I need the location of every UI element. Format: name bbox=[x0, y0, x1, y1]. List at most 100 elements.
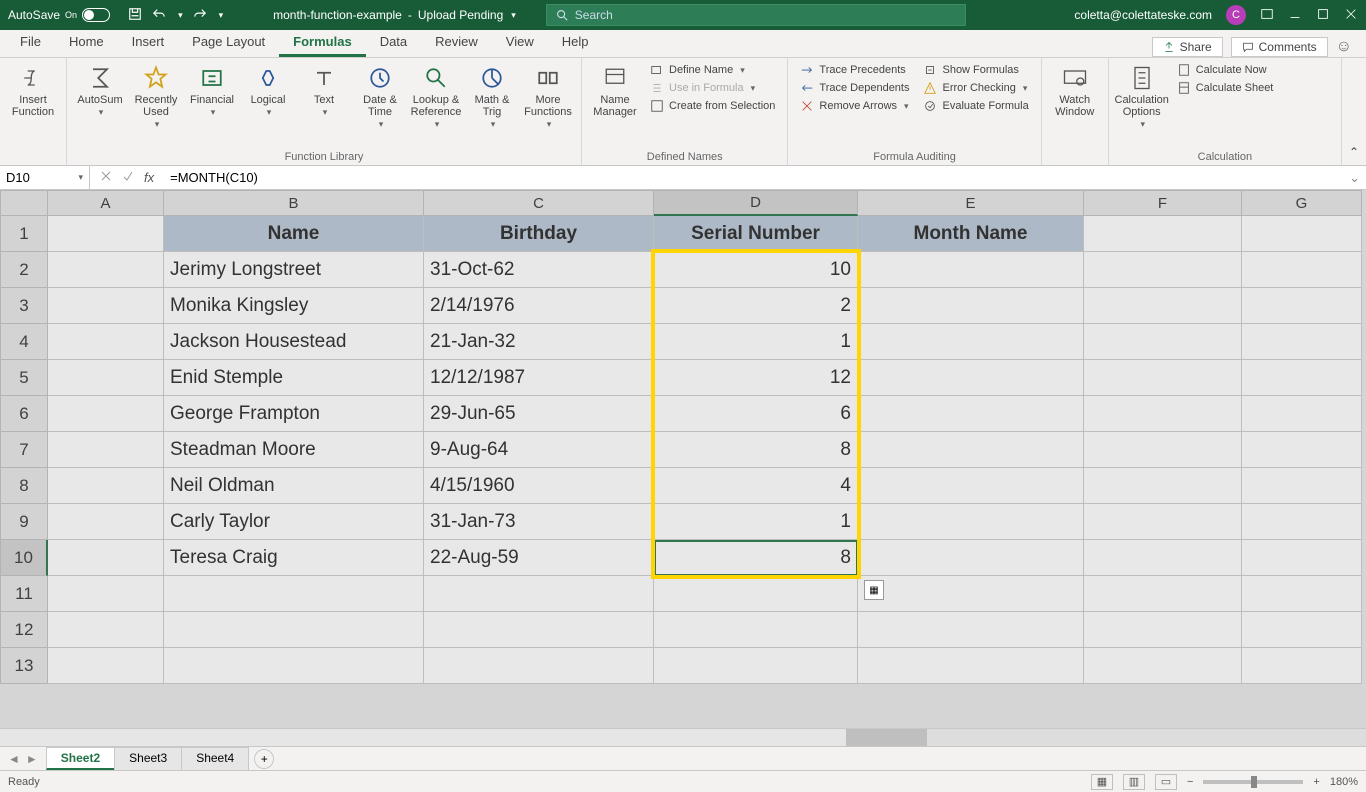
row-header-9[interactable]: 9 bbox=[0, 504, 48, 540]
comments-button[interactable]: Comments bbox=[1231, 37, 1328, 57]
cell-G6[interactable] bbox=[1242, 396, 1362, 432]
cell-A12[interactable] bbox=[48, 612, 164, 648]
collapse-ribbon-icon[interactable]: ⌃ bbox=[1342, 58, 1366, 165]
use-in-formula-button[interactable]: Use in Formula▾ bbox=[646, 80, 779, 96]
search-box[interactable]: Search bbox=[546, 4, 966, 26]
cell-C13[interactable] bbox=[424, 648, 654, 684]
cell-A5[interactable] bbox=[48, 360, 164, 396]
cell-A8[interactable] bbox=[48, 468, 164, 504]
create-from-selection-button[interactable]: Create from Selection bbox=[646, 98, 779, 114]
cell-C7[interactable]: 9-Aug-64 bbox=[424, 432, 654, 468]
evaluate-formula-button[interactable]: Evaluate Formula bbox=[919, 98, 1032, 114]
normal-view-icon[interactable]: ▦ bbox=[1091, 774, 1113, 790]
horizontal-scrollbar[interactable] bbox=[0, 728, 1366, 746]
cell-G13[interactable] bbox=[1242, 648, 1362, 684]
cell-D10[interactable]: 8 bbox=[654, 540, 858, 576]
cell-D11[interactable] bbox=[654, 576, 858, 612]
cell-B9[interactable]: Carly Taylor bbox=[164, 504, 424, 540]
cell-A4[interactable] bbox=[48, 324, 164, 360]
cell-B8[interactable]: Neil Oldman bbox=[164, 468, 424, 504]
ribbon-options-icon[interactable] bbox=[1260, 7, 1274, 24]
row-header-10[interactable]: 10 bbox=[0, 540, 48, 576]
cell-C3[interactable]: 2/14/1976 bbox=[424, 288, 654, 324]
share-button[interactable]: Share bbox=[1152, 37, 1223, 57]
text-button[interactable]: Text▾ bbox=[299, 62, 349, 120]
cell-F9[interactable] bbox=[1084, 504, 1242, 540]
cell-B5[interactable]: Enid Stemple bbox=[164, 360, 424, 396]
cell-E3[interactable] bbox=[858, 288, 1084, 324]
tab-page-layout[interactable]: Page Layout bbox=[178, 29, 279, 57]
tab-insert[interactable]: Insert bbox=[118, 29, 179, 57]
column-header-F[interactable]: F bbox=[1084, 190, 1242, 216]
tab-formulas[interactable]: Formulas bbox=[279, 29, 366, 57]
cell-B12[interactable] bbox=[164, 612, 424, 648]
autofill-options-icon[interactable]: ▦ bbox=[864, 580, 884, 600]
cell-D7[interactable]: 8 bbox=[654, 432, 858, 468]
error-checking-button[interactable]: Error Checking▾ bbox=[919, 80, 1032, 96]
cell-F10[interactable] bbox=[1084, 540, 1242, 576]
column-header-C[interactable]: C bbox=[424, 190, 654, 216]
cell-B2[interactable]: Jerimy Longstreet bbox=[164, 252, 424, 288]
user-avatar[interactable]: C bbox=[1226, 5, 1246, 25]
cell-G10[interactable] bbox=[1242, 540, 1362, 576]
cell-B4[interactable]: Jackson Housestead bbox=[164, 324, 424, 360]
row-header-1[interactable]: 1 bbox=[0, 216, 48, 252]
cell-C2[interactable]: 31-Oct-62 bbox=[424, 252, 654, 288]
cell-C4[interactable]: 21-Jan-32 bbox=[424, 324, 654, 360]
expand-formula-icon[interactable]: ⌄ bbox=[1343, 170, 1366, 186]
column-header-D[interactable]: D bbox=[654, 190, 858, 216]
cancel-icon[interactable] bbox=[100, 170, 112, 185]
column-header-A[interactable]: A bbox=[48, 190, 164, 216]
row-header-8[interactable]: 8 bbox=[0, 468, 48, 504]
cell-D13[interactable] bbox=[654, 648, 858, 684]
cell-G8[interactable] bbox=[1242, 468, 1362, 504]
cell-A3[interactable] bbox=[48, 288, 164, 324]
calculate-now-button[interactable]: Calculate Now bbox=[1173, 62, 1278, 78]
minimize-icon[interactable] bbox=[1288, 7, 1302, 24]
cell-C8[interactable]: 4/15/1960 bbox=[424, 468, 654, 504]
tab-view[interactable]: View bbox=[492, 29, 548, 57]
zoom-out-button[interactable]: − bbox=[1187, 776, 1193, 788]
cell-D4[interactable]: 1 bbox=[654, 324, 858, 360]
cell-G3[interactable] bbox=[1242, 288, 1362, 324]
enter-icon[interactable] bbox=[122, 170, 134, 185]
cell-D12[interactable] bbox=[654, 612, 858, 648]
column-header-B[interactable]: B bbox=[164, 190, 424, 216]
cell-F6[interactable] bbox=[1084, 396, 1242, 432]
cell-E8[interactable] bbox=[858, 468, 1084, 504]
cell-G5[interactable] bbox=[1242, 360, 1362, 396]
cell-G7[interactable] bbox=[1242, 432, 1362, 468]
cell-F12[interactable] bbox=[1084, 612, 1242, 648]
cell-F13[interactable] bbox=[1084, 648, 1242, 684]
row-header-4[interactable]: 4 bbox=[0, 324, 48, 360]
row-header-3[interactable]: 3 bbox=[0, 288, 48, 324]
cell-E12[interactable] bbox=[858, 612, 1084, 648]
cell-C12[interactable] bbox=[424, 612, 654, 648]
row-header-5[interactable]: 5 bbox=[0, 360, 48, 396]
select-all-corner[interactable] bbox=[0, 190, 48, 216]
cell-G11[interactable] bbox=[1242, 576, 1362, 612]
spreadsheet-grid[interactable]: ▦ ABCDEFG1NameBirthdaySerial NumberMonth… bbox=[0, 190, 1366, 728]
logical-button[interactable]: Logical▾ bbox=[243, 62, 293, 120]
tab-data[interactable]: Data bbox=[366, 29, 421, 57]
zoom-in-button[interactable]: + bbox=[1313, 776, 1319, 788]
calculation-options-button[interactable]: Calculation Options▾ bbox=[1117, 62, 1167, 132]
cell-E10[interactable] bbox=[858, 540, 1084, 576]
cell-C1[interactable]: Birthday bbox=[424, 216, 654, 252]
user-email[interactable]: coletta@colettateske.com bbox=[1074, 8, 1212, 22]
trace-dependents-button[interactable]: Trace Dependents bbox=[796, 80, 913, 96]
cell-G1[interactable] bbox=[1242, 216, 1362, 252]
cell-D8[interactable]: 4 bbox=[654, 468, 858, 504]
next-sheet-icon[interactable]: ► bbox=[26, 752, 38, 766]
watch-window-button[interactable]: Watch Window bbox=[1050, 62, 1100, 120]
page-break-view-icon[interactable]: ▭ bbox=[1155, 774, 1177, 790]
cell-D3[interactable]: 2 bbox=[654, 288, 858, 324]
cell-B1[interactable]: Name bbox=[164, 216, 424, 252]
cell-B6[interactable]: George Frampton bbox=[164, 396, 424, 432]
cell-E2[interactable] bbox=[858, 252, 1084, 288]
formula-input[interactable]: =MONTH(C10) bbox=[164, 170, 1343, 185]
autosum-button[interactable]: AutoSum▾ bbox=[75, 62, 125, 120]
maximize-icon[interactable] bbox=[1316, 7, 1330, 24]
cell-G12[interactable] bbox=[1242, 612, 1362, 648]
define-name-button[interactable]: Define Name▾ bbox=[646, 62, 779, 78]
